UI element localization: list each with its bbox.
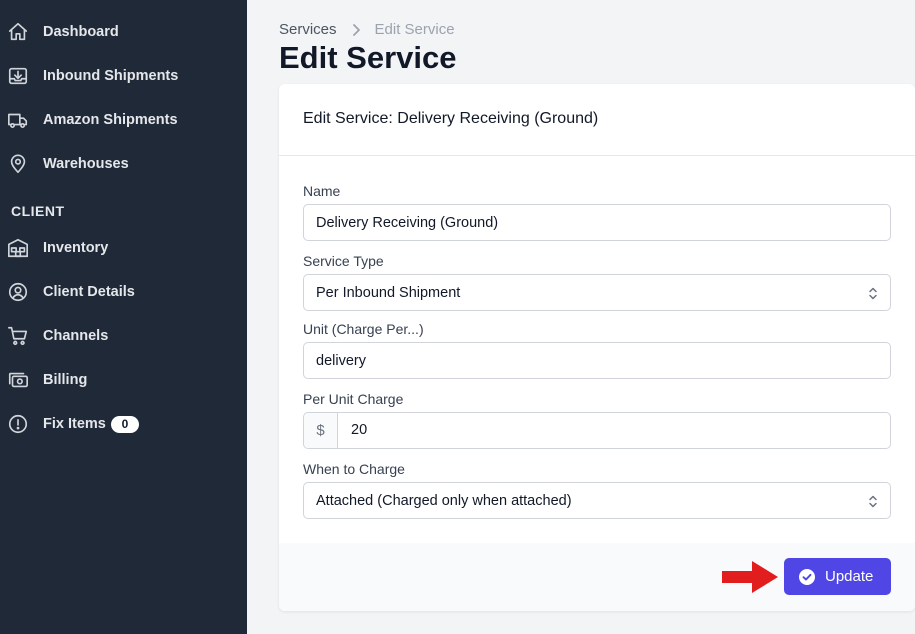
edit-service-card: Edit Service: Delivery Receiving (Ground… [279, 84, 915, 611]
card-footer: Update [279, 543, 915, 611]
unit-input[interactable]: delivery [303, 342, 891, 379]
name-input-value: Delivery Receiving (Ground) [316, 214, 499, 231]
chevron-right-icon [351, 23, 361, 37]
per-unit-charge-label: Per Unit Charge [303, 391, 404, 407]
sidebar-item-amazon-shipments[interactable]: Amazon Shipments [0, 102, 247, 138]
card-header: Edit Service: Delivery Receiving (Ground… [279, 84, 915, 156]
per-unit-charge-input[interactable]: $ 20 [303, 412, 891, 449]
sidebar-item-label: Amazon Shipments [43, 112, 178, 128]
sidebar-item-label: Billing [43, 372, 88, 388]
sidebar-section-title: CLIENT [11, 203, 65, 219]
user-circle-icon [7, 281, 29, 303]
when-to-charge-label: When to Charge [303, 461, 405, 477]
sidebar-item-inbound-shipments[interactable]: Inbound Shipments [0, 58, 247, 94]
sidebar-item-billing[interactable]: Billing [0, 362, 247, 398]
service-type-label: Service Type [303, 253, 384, 269]
truck-icon [7, 109, 29, 131]
name-input[interactable]: Delivery Receiving (Ground) [303, 204, 891, 241]
page-title: Edit Service [279, 40, 457, 75]
fix-items-count-badge: 0 [111, 416, 139, 433]
breadcrumb-services-link[interactable]: Services [279, 21, 337, 38]
sidebar-item-label: Warehouses [43, 156, 129, 172]
sidebar-item-fix-items[interactable]: Fix Items 0 [0, 406, 247, 442]
sidebar-item-label: Channels [43, 328, 109, 344]
check-circle-icon [799, 569, 815, 585]
sidebar-item-label: Inbound Shipments [43, 68, 179, 84]
per-unit-charge-value: 20 [351, 422, 368, 438]
service-type-select[interactable]: Per Inbound Shipment [303, 274, 891, 311]
warehouse-shelves-icon [7, 237, 29, 259]
unit-input-value: delivery [316, 352, 366, 369]
name-label: Name [303, 183, 341, 199]
currency-prefix: $ [304, 413, 338, 448]
service-type-select-value: Per Inbound Shipment [316, 284, 461, 301]
breadcrumb: Services Edit Service [279, 21, 455, 38]
sidebar-item-label: Fix Items [43, 416, 106, 432]
red-arrow-icon [720, 559, 780, 595]
select-arrows-icon [868, 286, 878, 301]
select-arrows-icon [868, 494, 878, 509]
sidebar-item-warehouses[interactable]: Warehouses [0, 146, 247, 182]
home-icon [7, 21, 29, 43]
sidebar-item-label: Dashboard [43, 24, 119, 40]
sidebar-item-client-details[interactable]: Client Details [0, 274, 247, 310]
location-pin-icon [7, 153, 29, 175]
shopping-cart-icon [7, 325, 29, 347]
sidebar-item-label: Client Details [43, 284, 135, 300]
sidebar: Dashboard Inbound Shipments Amazon Shipm… [0, 0, 247, 634]
inbox-in-icon [7, 65, 29, 87]
card-title: Edit Service: Delivery Receiving (Ground… [303, 110, 599, 127]
update-button-label: Update [825, 568, 874, 585]
sidebar-item-channels[interactable]: Channels [0, 318, 247, 354]
breadcrumb-current: Edit Service [374, 21, 455, 38]
cash-icon [7, 369, 29, 391]
sidebar-item-dashboard[interactable]: Dashboard [0, 14, 247, 50]
when-to-charge-select-value: Attached (Charged only when attached) [316, 492, 572, 509]
when-to-charge-select[interactable]: Attached (Charged only when attached) [303, 482, 891, 519]
sidebar-item-label: Inventory [43, 240, 109, 256]
exclamation-circle-icon [7, 413, 29, 435]
sidebar-item-inventory[interactable]: Inventory [0, 230, 247, 266]
update-button[interactable]: Update [784, 558, 891, 595]
unit-label: Unit (Charge Per...) [303, 321, 424, 337]
